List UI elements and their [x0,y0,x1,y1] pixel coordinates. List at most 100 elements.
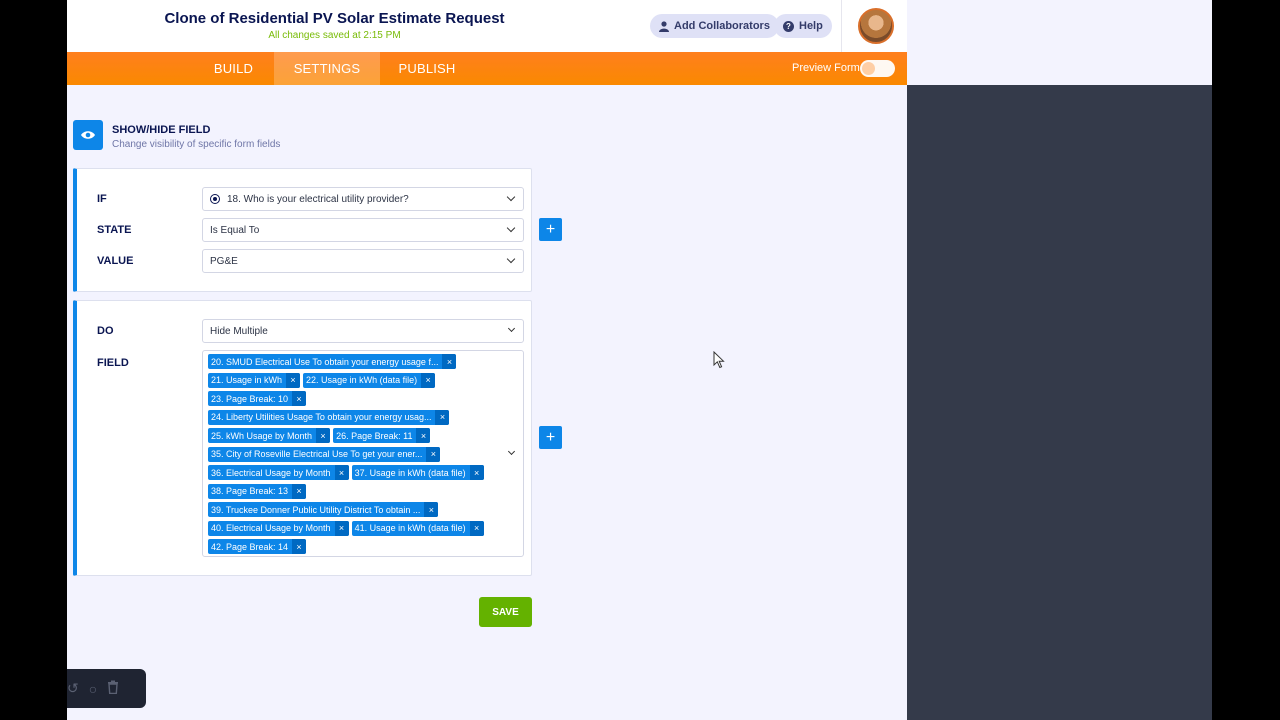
add-condition-button[interactable]: + [539,218,562,241]
chevron-down-icon [506,254,516,264]
tag-label: 38. Page Break: 13 [211,486,289,496]
tag-label: 21. Usage in kWh [211,375,283,385]
tab-publish[interactable]: PUBLISH [387,52,467,85]
value-select[interactable]: PG&E [202,249,524,273]
selected-field-tag[interactable]: 24. Liberty Utilities Usage To obtain yo… [208,409,450,425]
tag-label: 41. Usage in kWh (data file) [354,523,466,533]
tag-row: 20. SMUD Electrical Use To obtain your e… [208,354,518,369]
selected-field-tag[interactable]: 38. Page Break: 13 × [208,483,307,499]
state-label: STATE [97,224,132,236]
remove-tag-icon[interactable]: × [292,391,307,406]
do-value: Hide Multiple [210,325,268,337]
remove-tag-icon[interactable]: × [421,372,436,388]
trash-icon[interactable] [107,680,119,697]
selected-field-tag[interactable]: 21. Usage in kWh × [208,372,301,388]
field-multiselect[interactable]: 20. SMUD Electrical Use To obtain your e… [202,350,524,557]
form-title[interactable]: Clone of Residential PV Solar Estimate R… [67,10,602,27]
if-field-value: 18. Who is your electrical utility provi… [227,193,409,205]
remove-tag-icon[interactable]: × [416,428,431,443]
action-card: DO Hide Multiple FIELD 20. SMUD Electric… [73,300,532,576]
tag-row: 42. Page Break: 14 × [208,539,518,554]
tag-row: 38. Page Break: 13 × [208,483,518,499]
tag-label: 36. Electrical Usage by Month [211,467,331,478]
help-button[interactable]: ? Help [774,14,832,38]
save-button[interactable]: SAVE [479,597,532,627]
section-subtitle: Change visibility of specific form field… [112,139,281,150]
selected-field-tag[interactable]: 39. Truckee Donner Public Utility Distri… [208,502,439,517]
tab-build[interactable]: BUILD [200,52,267,85]
remove-tag-icon[interactable]: × [286,372,301,388]
state-select[interactable]: Is Equal To [202,218,524,242]
value-label: VALUE [97,255,134,267]
tag-row: 21. Usage in kWh × 22. Usage in kWh (data … [208,372,518,388]
state-value: Is Equal To [210,224,260,236]
tag-label: 23. Page Break: 10 [211,393,289,404]
tag-row: 35. City of Roseville Electrical Use To … [208,446,518,462]
selected-field-tag[interactable]: 25. kWh Usage by Month × [208,428,331,443]
remove-tag-icon[interactable]: × [426,446,441,462]
redo-icon[interactable]: ○ [89,681,97,697]
tag-row: 25. kWh Usage by Month × 26. Page Break: 1… [208,428,518,443]
if-label: IF [97,193,107,205]
tag-label: 40. Electrical Usage by Month [211,523,331,533]
selected-field-tag[interactable]: 37. Usage in kWh (data file) × [351,465,484,480]
tab-settings[interactable]: SETTINGS [274,52,380,85]
main-nav: BUILD SETTINGS PUBLISH Preview Form [67,52,907,85]
selected-field-tag[interactable]: 40. Electrical Usage by Month × [208,520,349,536]
remove-tag-icon[interactable]: × [435,409,450,425]
tag-label: 39. Truckee Donner Public Utility Distri… [211,504,421,515]
selected-field-tag[interactable]: 36. Electrical Usage by Month × [208,465,349,480]
selected-field-tag[interactable]: 22. Usage in kWh (data file) × [303,372,436,388]
chevron-down-icon [507,324,516,333]
section-title: SHOW/HIDE FIELD [112,124,211,136]
tag-row: 40. Electrical Usage by Month × 41. Usage … [208,520,518,536]
chevron-down-icon [506,223,516,233]
remove-tag-icon[interactable]: × [334,520,349,536]
toggle-knob [862,62,875,75]
remove-tag-icon[interactable]: × [442,354,457,369]
add-collaborators-label: Add Collaborators [674,20,770,32]
condition-card: IF 18. Who is your electrical utility pr… [73,168,532,292]
preview-form-label: Preview Form [792,62,860,74]
tag-label: 25. kWh Usage by Month [211,430,313,441]
remove-tag-icon[interactable]: × [316,428,331,443]
tag-label: 26. Page Break: 11 [336,430,413,441]
value-value: PG&E [210,255,238,267]
tag-row: 36. Electrical Usage by Month × 37. Usage … [208,465,518,480]
if-field-select[interactable]: 18. Who is your electrical utility provi… [202,187,524,211]
add-action-button[interactable]: + [539,426,562,449]
tag-row: 24. Liberty Utilities Usage To obtain yo… [208,409,518,425]
tag-label: 24. Liberty Utilities Usage To obtain yo… [211,412,432,422]
selected-field-tag[interactable]: 23. Page Break: 10 × [208,391,307,406]
selected-field-tag[interactable]: 20. SMUD Electrical Use To obtain your e… [208,354,457,369]
add-collaborators-button[interactable]: Add Collaborators [650,14,779,38]
tag-label: 35. City of Roseville Electrical Use To … [211,449,423,459]
eye-icon [73,120,103,150]
selected-field-tag[interactable]: 42. Page Break: 14 × [208,539,307,554]
selected-field-tag[interactable]: 35. City of Roseville Electrical Use To … [208,446,441,462]
do-label: DO [97,325,114,337]
remove-tag-icon[interactable]: × [334,465,349,480]
tag-label: 42. Page Break: 14 [211,541,289,552]
avatar-area [841,0,907,52]
selected-field-tag[interactable]: 26. Page Break: 11 × [333,428,431,443]
preview-form-toggle[interactable] [860,60,895,77]
remove-tag-icon[interactable]: × [292,483,307,499]
remove-tag-icon[interactable]: × [469,465,484,480]
tag-label: 20. SMUD Electrical Use To obtain your e… [211,356,439,367]
tag-row: 39. Truckee Donner Public Utility Distri… [208,502,518,517]
do-select[interactable]: Hide Multiple [202,319,524,343]
field-label: FIELD [97,357,129,369]
undo-icon[interactable]: ↺ [67,680,79,697]
tag-label: 37. Usage in kWh (data file) [354,467,466,478]
remove-tag-icon[interactable]: × [469,520,484,536]
remove-tag-icon[interactable]: × [424,502,439,517]
bottom-toolbar: ↺ ○ [67,669,146,708]
form-builder-app: Clone of Residential PV Solar Estimate R… [67,0,907,720]
right-panel [907,85,1212,720]
selected-field-tag[interactable]: 41. Usage in kWh (data file) × [351,520,484,536]
tag-row: 23. Page Break: 10 × [208,391,518,406]
remove-tag-icon[interactable]: × [292,539,307,554]
save-status: All changes saved at 2:15 PM [268,30,401,41]
avatar[interactable] [858,8,894,44]
